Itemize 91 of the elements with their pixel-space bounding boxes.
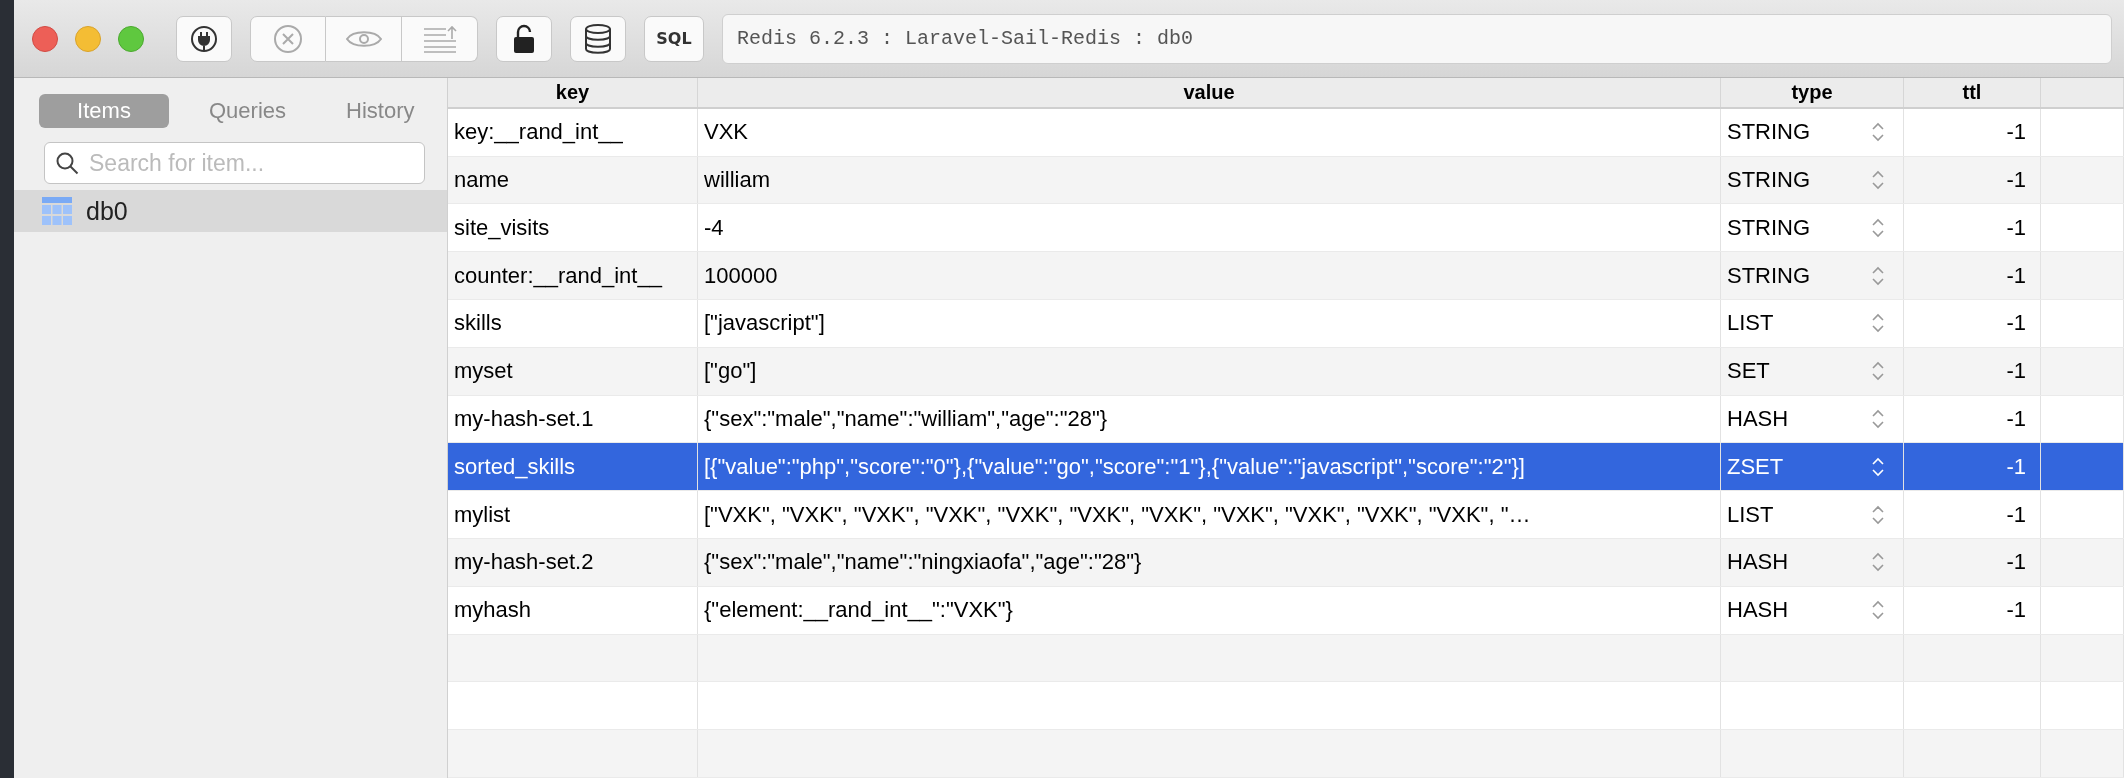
table-cell: ["javascript"] bbox=[698, 300, 1721, 347]
table-cell: -1 bbox=[1904, 347, 2041, 395]
close-button[interactable] bbox=[32, 25, 58, 52]
table-row[interactable]: counter:__rand_int__ 100000 STRING -1 bbox=[448, 252, 2124, 301]
lock-button[interactable] bbox=[496, 15, 552, 62]
table-row[interactable]: skills ["javascript"] LIST -1 bbox=[448, 300, 2124, 348]
table-row[interactable]: mylist ["VXK", "VXK", "VXK", "VXK", "VXK", "VXK", "VXK", "VXK", "VXK", "VXK", "VXK", "… LIST -1 bbox=[448, 491, 2124, 539]
table-row[interactable]: name william STRING -1 bbox=[448, 156, 2124, 205]
stepper-arrows-icon bbox=[1871, 216, 1885, 239]
plug-icon bbox=[189, 23, 219, 54]
close-circle-icon bbox=[272, 22, 304, 55]
table-cell: -1 bbox=[1904, 491, 2041, 538]
window-title: Redis 6.2.3 : Laravel-Sail-Redis : db0 bbox=[722, 13, 2112, 64]
table-cell: {"element:__rand_int__":"VXK"} bbox=[698, 586, 1721, 634]
table-row[interactable]: sorted_skills [{"value":"php","score":"0"},{"value":"go","score":"1"},{"value":"javascript","score":"2"}] ZSET -1 bbox=[448, 443, 2124, 492]
table-cell: -4 bbox=[698, 204, 1721, 252]
view-button[interactable] bbox=[326, 15, 402, 62]
column-header[interactable]: key bbox=[448, 78, 698, 107]
table-cell: {"sex":"male","name":"ningxiaofa","age":"28"} bbox=[698, 539, 1721, 586]
table-row[interactable]: myhash {"element:__rand_int__":"VXK"} HASH -1 bbox=[448, 586, 2124, 635]
table-cell: skills bbox=[448, 300, 698, 347]
table-cell: counter:__rand_int__ bbox=[448, 252, 698, 300]
stop-button[interactable] bbox=[250, 15, 326, 62]
table-cell: key:__rand_int__ bbox=[448, 108, 698, 156]
table-cell: mylist bbox=[448, 491, 698, 538]
table-cell: myhash bbox=[448, 586, 698, 634]
type-select[interactable]: LIST bbox=[1721, 491, 1904, 538]
unlocked-padlock-icon bbox=[513, 23, 535, 54]
stepper-arrows-icon bbox=[1871, 503, 1885, 526]
table-cell: william bbox=[698, 156, 1721, 204]
sql-button[interactable]: SQL bbox=[644, 15, 704, 62]
column-header[interactable]: ttl bbox=[1904, 78, 2041, 107]
table-cell: name bbox=[448, 156, 698, 204]
table-cell: 100000 bbox=[698, 252, 1721, 300]
table-cell: -1 bbox=[1904, 539, 2041, 586]
column-header[interactable]: value bbox=[698, 78, 1721, 107]
table-cell: ["go"] bbox=[698, 347, 1721, 395]
table-cell: my-hash-set.2 bbox=[448, 539, 698, 586]
table-cell: myset bbox=[448, 347, 698, 395]
search-field[interactable]: Search for item... bbox=[44, 142, 425, 184]
stepper-arrows-icon bbox=[1871, 264, 1885, 287]
column-header[interactable]: type bbox=[1721, 78, 1904, 107]
table-cell: {"sex":"male","name":"william","age":"28"} bbox=[698, 395, 1721, 443]
database-button[interactable] bbox=[570, 15, 626, 62]
table-cell: -1 bbox=[1904, 443, 2041, 491]
connection-button[interactable] bbox=[176, 15, 232, 62]
type-select[interactable]: STRING bbox=[1721, 204, 1904, 252]
stepper-arrows-icon bbox=[1871, 169, 1885, 192]
stepper-arrows-icon bbox=[1871, 599, 1885, 622]
table-row[interactable]: site_visits -4 STRING -1 bbox=[448, 204, 2124, 253]
type-select[interactable]: ZSET bbox=[1721, 443, 1904, 491]
export-button[interactable] bbox=[402, 15, 478, 62]
table-cell: site_visits bbox=[448, 204, 698, 252]
table-cell: -1 bbox=[1904, 252, 2041, 300]
table-cell: my-hash-set.1 bbox=[448, 395, 698, 443]
type-select[interactable]: HASH bbox=[1721, 539, 1904, 586]
table-cell: -1 bbox=[1904, 300, 2041, 347]
table-row[interactable]: myset ["go"] SET -1 bbox=[448, 347, 2124, 396]
table-cell: [{"value":"php","score":"0"},{"value":"go","score":"1"},{"value":"javascript","score":"2"}] bbox=[698, 443, 1721, 491]
table-cell: -1 bbox=[1904, 108, 2041, 156]
database-icon bbox=[583, 22, 613, 55]
zoom-button[interactable] bbox=[118, 25, 144, 52]
type-select[interactable]: HASH bbox=[1721, 586, 1904, 634]
stepper-arrows-icon bbox=[1871, 551, 1885, 574]
table-cell: ["VXK", "VXK", "VXK", "VXK", "VXK", "VXK", "VXK", "VXK", "VXK", "VXK", "VXK", "… bbox=[698, 491, 1721, 538]
table-cell: -1 bbox=[1904, 156, 2041, 204]
table-row[interactable]: my-hash-set.1 {"sex":"male","name":"william","age":"28"} HASH -1 bbox=[448, 395, 2124, 444]
table-cell: -1 bbox=[1904, 204, 2041, 252]
stepper-arrows-icon bbox=[1871, 360, 1885, 383]
table-cell: -1 bbox=[1904, 395, 2041, 443]
type-select[interactable]: HASH bbox=[1721, 395, 1904, 443]
table-row[interactable]: my-hash-set.2 {"sex":"male","name":"ningxiaofa","age":"28"} HASH -1 bbox=[448, 539, 2124, 587]
stepper-arrows-icon bbox=[1871, 408, 1885, 430]
table-cell: sorted_skills bbox=[448, 443, 698, 491]
sidebar-item[interactable]: db0 bbox=[14, 190, 447, 232]
type-select[interactable]: STRING bbox=[1721, 156, 1904, 204]
table-icon bbox=[42, 197, 72, 225]
item-label: db0 bbox=[86, 196, 128, 226]
type-select[interactable]: LIST bbox=[1721, 300, 1904, 347]
stepper-arrows-icon bbox=[1871, 455, 1885, 478]
stepper-arrows-icon bbox=[1871, 121, 1885, 144]
list-upload-icon bbox=[421, 24, 458, 53]
table-cell: -1 bbox=[1904, 586, 2041, 634]
type-select[interactable]: STRING bbox=[1721, 252, 1904, 300]
search-icon bbox=[55, 151, 79, 175]
type-select[interactable]: STRING bbox=[1721, 108, 1904, 156]
table-row[interactable]: key:__rand_int__ VXK STRING -1 bbox=[448, 108, 2124, 157]
stepper-arrows-icon bbox=[1871, 312, 1885, 335]
table-cell: VXK bbox=[698, 108, 1721, 156]
minimize-button[interactable] bbox=[75, 25, 101, 52]
type-select[interactable]: SET bbox=[1721, 347, 1904, 395]
